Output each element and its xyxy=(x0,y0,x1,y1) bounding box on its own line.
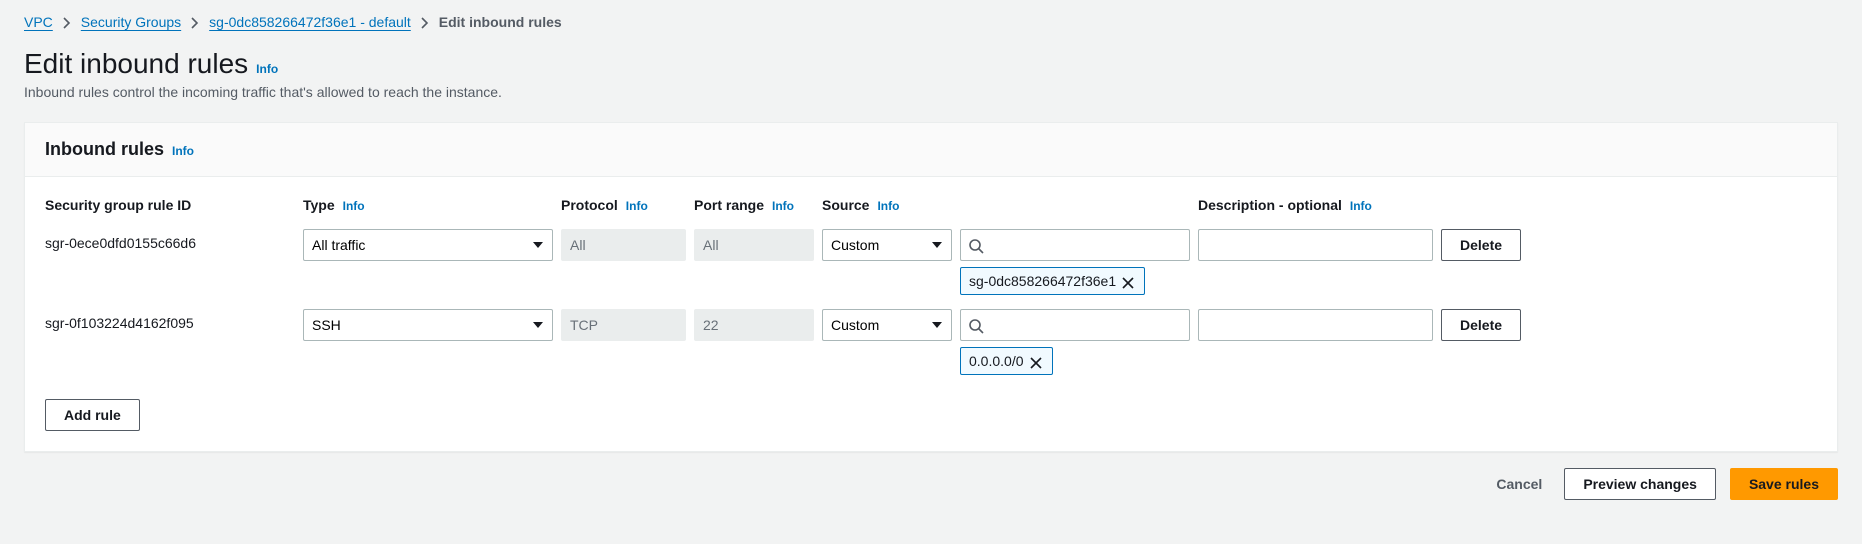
delete-rule-button[interactable]: Delete xyxy=(1441,229,1521,261)
source-tag-label: 0.0.0.0/0 xyxy=(969,353,1024,369)
col-header-description: Description - optional Info xyxy=(1198,197,1433,213)
preview-changes-button[interactable]: Preview changes xyxy=(1564,468,1716,500)
remove-tag-icon[interactable] xyxy=(1122,274,1136,288)
chevron-right-icon xyxy=(419,14,431,30)
table-row: sgr-0f103224d4162f095 SSHTCP22Custom 0.0.0… xyxy=(45,305,1817,385)
add-rule-button[interactable]: Add rule xyxy=(45,399,140,431)
remove-tag-icon[interactable] xyxy=(1030,354,1044,368)
protocol-field: TCP xyxy=(561,309,686,341)
info-link-panel[interactable]: Info xyxy=(172,144,194,158)
protocol-field: All xyxy=(561,229,686,261)
footer-actions: Cancel Preview changes Save rules xyxy=(24,452,1838,500)
type-select[interactable]: SSH xyxy=(303,309,553,341)
page-description: Inbound rules control the incoming traff… xyxy=(24,84,1838,100)
rule-id: sgr-0f103224d4162f095 xyxy=(45,309,295,331)
info-link-page[interactable]: Info xyxy=(256,62,278,76)
source-tags: 0.0.0.0/0 xyxy=(960,347,1190,375)
delete-rule-button[interactable]: Delete xyxy=(1441,309,1521,341)
rule-id: sgr-0ece0dfd0155c66d6 xyxy=(45,229,295,251)
page-title: Edit inbound rules xyxy=(24,48,248,80)
breadcrumb-item-vpc[interactable]: VPC xyxy=(24,14,53,30)
chevron-right-icon xyxy=(61,14,73,30)
info-link-protocol[interactable]: Info xyxy=(626,199,648,213)
info-link-source[interactable]: Info xyxy=(877,199,899,213)
info-link-description[interactable]: Info xyxy=(1350,199,1372,213)
table-header-row: Security group rule ID Type Info Protoco… xyxy=(45,189,1817,225)
port-range-field: 22 xyxy=(694,309,814,341)
breadcrumb-current: Edit inbound rules xyxy=(439,14,562,30)
info-link-port-range[interactable]: Info xyxy=(772,199,794,213)
port-range-field: All xyxy=(694,229,814,261)
col-header-type: Type Info xyxy=(303,197,553,213)
source-search-input[interactable] xyxy=(960,309,1190,341)
table-row: sgr-0ece0dfd0155c66d6All trafficAllAllCu… xyxy=(45,225,1817,305)
breadcrumb: VPC Security Groups sg-0dc858266472f36e1… xyxy=(24,14,1838,30)
save-rules-button[interactable]: Save rules xyxy=(1730,468,1838,500)
breadcrumb-item-security-groups[interactable]: Security Groups xyxy=(81,14,181,30)
cancel-button[interactable]: Cancel xyxy=(1488,468,1550,500)
source-search-input[interactable] xyxy=(960,229,1190,261)
breadcrumb-item-sg[interactable]: sg-0dc858266472f36e1 - default xyxy=(209,14,411,30)
panel-title: Inbound rules xyxy=(45,139,164,160)
col-header-source: Source Info xyxy=(822,197,952,213)
source-mode-select-wrap: Custom xyxy=(822,229,952,261)
source-tag-label: sg-0dc858266472f36e1 xyxy=(969,273,1116,289)
source-tag: 0.0.0.0/0 xyxy=(960,347,1053,375)
source-tags: sg-0dc858266472f36e1 xyxy=(960,267,1190,295)
chevron-right-icon xyxy=(189,14,201,30)
type-select-wrap: SSH xyxy=(303,309,553,341)
inbound-rules-panel: Inbound rules Info Security group rule I… xyxy=(24,122,1838,452)
source-tag: sg-0dc858266472f36e1 xyxy=(960,267,1145,295)
col-header-protocol: Protocol Info xyxy=(561,197,686,213)
type-select-wrap: All traffic xyxy=(303,229,553,261)
search-icon xyxy=(968,317,984,333)
info-link-type[interactable]: Info xyxy=(343,199,365,213)
source-mode-select[interactable]: Custom xyxy=(822,229,952,261)
description-input[interactable] xyxy=(1198,229,1433,261)
search-icon xyxy=(968,237,984,253)
type-select[interactable]: All traffic xyxy=(303,229,553,261)
col-header-rule-id: Security group rule ID xyxy=(45,197,295,213)
source-mode-select[interactable]: Custom xyxy=(822,309,952,341)
col-header-port-range: Port range Info xyxy=(694,197,814,213)
source-mode-select-wrap: Custom xyxy=(822,309,952,341)
description-input[interactable] xyxy=(1198,309,1433,341)
